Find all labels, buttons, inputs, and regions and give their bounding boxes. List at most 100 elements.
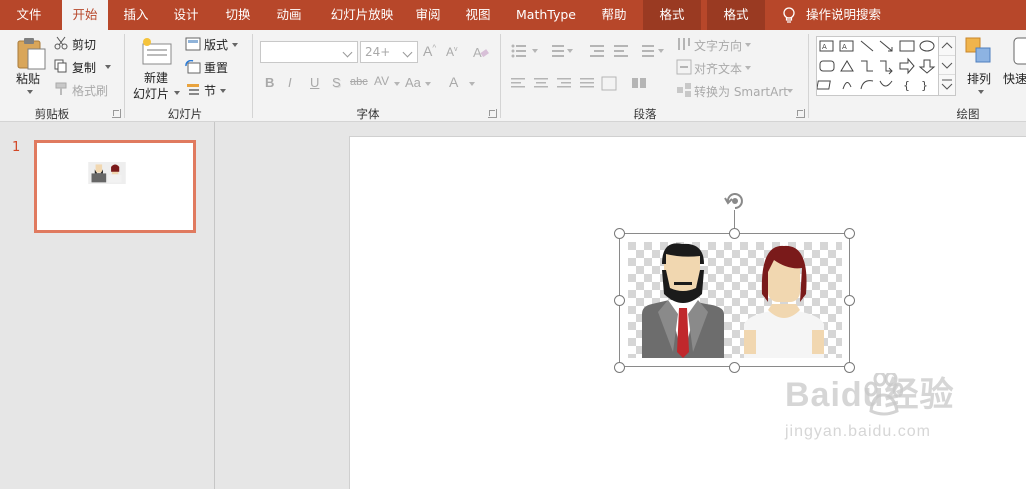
numbering-dropdown-caret[interactable]: [567, 49, 573, 53]
alignment-icons[interactable]: [510, 76, 670, 92]
convert-smartart-button[interactable]: 转换为 SmartArt: [694, 83, 788, 100]
quick-styles-button-label[interactable]: 快速: [1003, 70, 1026, 87]
resize-handle-left[interactable]: [614, 295, 625, 306]
chevron-down-icon[interactable]: [399, 42, 417, 62]
resize-handle-top[interactable]: [729, 228, 740, 239]
section-button[interactable]: 节: [204, 82, 216, 99]
shapes-gallery-scroll[interactable]: [938, 36, 956, 96]
format-painter-button[interactable]: 格式刷: [72, 82, 108, 99]
tab-file[interactable]: 文件: [0, 0, 58, 30]
copy-dropdown-caret[interactable]: [105, 65, 111, 69]
tab-animations[interactable]: 动画: [267, 0, 311, 30]
reset-button[interactable]: 重置: [204, 59, 228, 76]
align-text-icon[interactable]: [676, 59, 692, 75]
resize-handle-top-right[interactable]: [844, 228, 855, 239]
font-size-combo[interactable]: 24+: [360, 41, 418, 63]
underline-button[interactable]: U: [310, 75, 319, 90]
section-icon[interactable]: [185, 83, 201, 97]
strikethrough-button[interactable]: abc: [350, 76, 368, 88]
resize-handle-right[interactable]: [844, 295, 855, 306]
tab-home[interactable]: 开始: [62, 0, 108, 30]
chevron-down-icon[interactable]: [939, 56, 955, 74]
character-spacing-button[interactable]: AV: [374, 74, 389, 88]
expand-gallery-icon[interactable]: [939, 75, 955, 93]
new-slide-icon[interactable]: [140, 36, 172, 66]
tab-review[interactable]: 审阅: [406, 0, 450, 30]
resize-handle-bottom-right[interactable]: [844, 362, 855, 373]
font-color-dropdown-caret[interactable]: [469, 82, 475, 86]
tell-me-search[interactable]: 操作说明搜索: [806, 0, 886, 30]
arrange-dropdown-caret[interactable]: [978, 90, 984, 94]
paragraph-dialog-launcher[interactable]: [796, 109, 805, 118]
section-dropdown-caret[interactable]: [220, 89, 226, 93]
case-dropdown-caret[interactable]: [425, 82, 431, 86]
svg-text:A: A: [473, 45, 482, 60]
change-case-button[interactable]: Aa: [405, 75, 421, 90]
slide-thumbnail[interactable]: [34, 140, 196, 233]
new-slide-label-1[interactable]: 新建: [144, 69, 168, 86]
scissors-icon[interactable]: [54, 36, 68, 50]
line-spacing-dropdown-caret[interactable]: [658, 49, 664, 53]
picture-selection-box[interactable]: [619, 233, 850, 367]
paste-button-label[interactable]: 粘贴: [16, 70, 40, 87]
layout-icon[interactable]: [185, 37, 201, 51]
layout-button[interactable]: 版式: [204, 36, 228, 53]
resize-handle-bottom[interactable]: [729, 362, 740, 373]
quick-styles-icon[interactable]: [1012, 36, 1026, 66]
shapes-gallery[interactable]: A A { }: [816, 36, 939, 96]
text-direction-button[interactable]: 文字方向: [694, 37, 742, 54]
gallery-expand[interactable]: [939, 75, 955, 94]
copy-button[interactable]: 复制: [72, 59, 96, 76]
text-direction-dropdown-caret[interactable]: [745, 43, 751, 47]
svg-text:A: A: [822, 43, 827, 51]
new-slide-dropdown-caret[interactable]: [174, 91, 180, 95]
tab-slideshow[interactable]: 幻灯片放映: [322, 0, 402, 30]
tab-format-drawing[interactable]: 格式: [707, 0, 765, 30]
arrange-icon[interactable]: [964, 36, 994, 66]
tab-mathtype[interactable]: MathType: [508, 0, 584, 30]
reset-icon[interactable]: [185, 60, 201, 74]
paste-dropdown-caret[interactable]: [27, 90, 33, 94]
chevron-up-icon[interactable]: [939, 37, 955, 55]
cut-button[interactable]: 剪切: [72, 36, 96, 53]
italic-button[interactable]: I: [288, 75, 292, 90]
align-text-button[interactable]: 对齐文本: [694, 60, 742, 77]
bold-button[interactable]: B: [265, 75, 274, 90]
shrink-font-button[interactable]: Av: [446, 45, 458, 59]
tab-help[interactable]: 帮助: [592, 0, 636, 30]
font-group-label: 字体: [356, 107, 380, 121]
rotate-handle-icon[interactable]: [722, 188, 748, 212]
chevron-down-icon[interactable]: [339, 42, 357, 62]
shapes-gallery-icons[interactable]: A A { }: [816, 37, 938, 95]
paste-icon[interactable]: [14, 36, 48, 70]
clear-formatting-icon[interactable]: A: [472, 43, 490, 61]
resize-handle-top-left[interactable]: [614, 228, 625, 239]
smartart-icon[interactable]: [676, 82, 692, 98]
spacing-dropdown-caret[interactable]: [394, 82, 400, 86]
align-text-dropdown-caret[interactable]: [745, 66, 751, 70]
smartart-dropdown-caret[interactable]: [787, 89, 793, 93]
font-name-combo[interactable]: [260, 41, 358, 63]
paragraph-group-label: 段落: [633, 107, 657, 121]
new-slide-label-2[interactable]: 幻灯片: [133, 85, 169, 102]
copy-icon[interactable]: [54, 59, 68, 73]
arrange-button-label[interactable]: 排列: [967, 70, 991, 87]
group-separator: [808, 34, 809, 118]
layout-dropdown-caret[interactable]: [232, 43, 238, 47]
tab-insert[interactable]: 插入: [114, 0, 158, 30]
tab-view[interactable]: 视图: [456, 0, 500, 30]
font-color-button[interactable]: A: [449, 74, 458, 90]
tab-transitions[interactable]: 切换: [216, 0, 260, 30]
grow-font-button[interactable]: A^: [423, 43, 436, 59]
gallery-scroll-up[interactable]: [939, 37, 955, 56]
clipboard-dialog-launcher[interactable]: [112, 109, 121, 118]
gallery-scroll-down[interactable]: [939, 56, 955, 75]
font-dialog-launcher[interactable]: [488, 109, 497, 118]
text-direction-icon[interactable]: [676, 36, 692, 52]
tab-format-picture[interactable]: 格式: [643, 0, 701, 30]
resize-handle-bottom-left[interactable]: [614, 362, 625, 373]
tab-design[interactable]: 设计: [164, 0, 208, 30]
bullets-dropdown-caret[interactable]: [532, 49, 538, 53]
format-painter-icon[interactable]: [54, 82, 68, 96]
text-shadow-button[interactable]: S: [332, 75, 341, 90]
